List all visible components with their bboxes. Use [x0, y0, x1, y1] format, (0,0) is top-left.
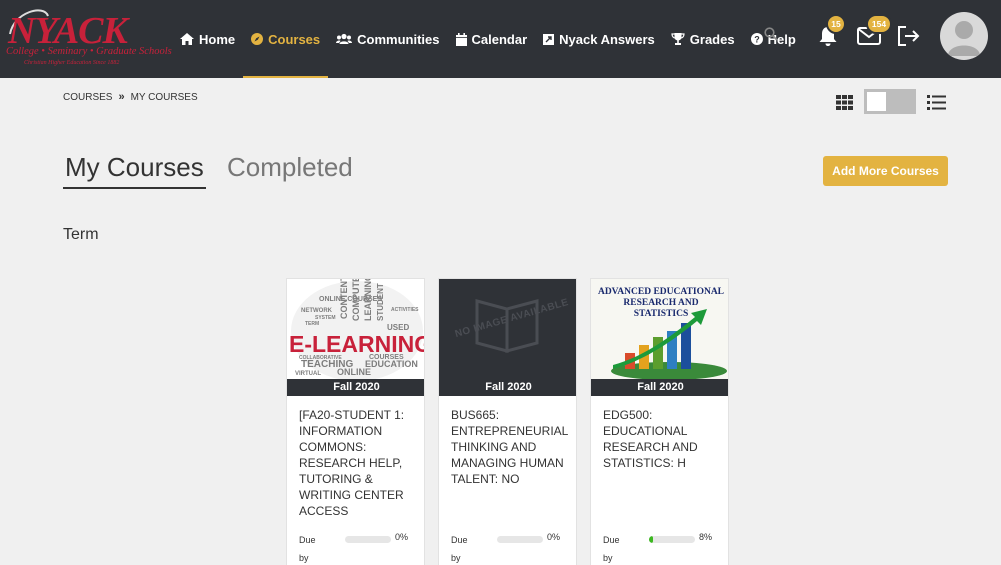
nav-nyack-answers-label: Nyack Answers — [559, 31, 655, 47]
nav-grades[interactable]: Grades — [663, 0, 743, 78]
nyack-logo[interactable]: NYACK College • Seminary • Graduate Scho… — [4, 4, 172, 72]
due-label: Due by — [603, 535, 620, 563]
nav-home-label: Home — [199, 31, 236, 47]
svg-text:COMPUTER: COMPUTER — [351, 279, 361, 321]
svg-text:VIRTUAL: VIRTUAL — [295, 371, 321, 377]
nav-nyack-answers[interactable]: Nyack Answers — [535, 0, 663, 78]
calendar-icon — [455, 32, 467, 46]
course-title[interactable]: EDG500: EDUCATIONAL RESEARCH AND STATIST… — [603, 407, 721, 471]
svg-text:?: ? — [754, 34, 760, 44]
user-avatar[interactable] — [940, 12, 988, 60]
svg-text:ONLINE: ONLINE — [337, 367, 371, 377]
svg-text:STUDENT: STUDENT — [376, 283, 385, 321]
compass-icon — [251, 33, 264, 45]
view-toggle-switch[interactable] — [864, 89, 916, 114]
due-label: Due by — [451, 535, 468, 563]
breadcrumb-current: MY COURSES — [130, 91, 198, 103]
course-card[interactable]: NO IMAGE AVAILABLE Fall 2020 BUS665: ENT… — [438, 278, 577, 565]
svg-text:CONTENT: CONTENT — [339, 279, 349, 319]
search-icon[interactable] — [764, 27, 780, 43]
breadcrumb-courses[interactable]: COURSES — [63, 92, 112, 103]
svg-text:TERM: TERM — [305, 321, 319, 327]
course-card[interactable]: ONLINE COURSES NETWORK CONTENT COMPUTER … — [286, 278, 425, 565]
elearning-text: E-LEARNING — [289, 331, 425, 357]
add-more-courses-button[interactable]: Add More Courses — [823, 156, 948, 186]
logo-tagline: Christian Higher Education Since 1882 — [24, 60, 120, 66]
progress-fill — [649, 536, 653, 543]
breadcrumb-separator-icon: » — [118, 91, 125, 103]
card-term-ribbon: Fall 2020 — [287, 379, 424, 396]
breadcrumb: COURSES » MY COURSES — [63, 91, 198, 103]
nav-home[interactable]: Home — [172, 0, 243, 78]
nav-communities[interactable]: Communities — [328, 0, 447, 78]
tab-my-courses[interactable]: My Courses — [63, 152, 206, 189]
nav-grades-label: Grades — [689, 31, 735, 47]
word-cloud-graphic: ONLINE COURSES NETWORK CONTENT COMPUTER … — [289, 279, 425, 379]
progress-percent: 0% — [547, 532, 561, 542]
progress-bar — [497, 536, 543, 543]
trophy-icon — [671, 33, 685, 45]
list-view-icon[interactable] — [927, 95, 946, 110]
progress-percent: 0% — [395, 532, 409, 542]
term-heading: Term — [63, 226, 99, 243]
top-navbar: NYACK College • Seminary • Graduate Scho… — [0, 0, 1001, 78]
progress-bar — [649, 536, 695, 543]
notifications-badge: 15 — [826, 14, 846, 34]
grid-view-icon[interactable] — [836, 95, 853, 110]
card-term-ribbon: Fall 2020 — [591, 379, 728, 396]
logo-subtitle: College • Seminary • Graduate Schools — [6, 46, 172, 57]
card-term-ribbon: Fall 2020 — [439, 379, 576, 396]
svg-text:ACTIVITIES: ACTIVITIES — [391, 307, 419, 313]
progress-bar — [345, 536, 391, 543]
nav-courses[interactable]: Courses — [243, 0, 329, 78]
logout-icon[interactable] — [896, 24, 922, 48]
logo-wordmark: NYACK — [8, 10, 128, 52]
messages-badge: 154 — [866, 14, 892, 34]
course-card[interactable]: ADVANCED EDUCATIONAL RESEARCH AND STATIS… — [590, 278, 729, 565]
tab-completed[interactable]: Completed — [227, 152, 353, 183]
svg-text:LEARNING: LEARNING — [363, 279, 373, 321]
bar-chart-graphic — [611, 309, 727, 379]
nav-courses-label: Courses — [268, 31, 321, 47]
course-title[interactable]: [FA20-STUDENT 1: INFORMATION COMMONS: RE… — [299, 407, 417, 519]
question-circle-icon: ? — [750, 33, 763, 45]
nav-calendar[interactable]: Calendar — [448, 0, 536, 78]
due-label: Due by — [299, 535, 316, 563]
nav-communities-label: Communities — [357, 31, 440, 47]
nav-calendar-label: Calendar — [471, 31, 528, 47]
course-image-elearning: ONLINE COURSES NETWORK CONTENT COMPUTER … — [287, 279, 425, 379]
course-image-statistics: ADVANCED EDUCATIONAL RESEARCH AND STATIS… — [591, 279, 728, 379]
course-image-placeholder: NO IMAGE AVAILABLE — [439, 279, 576, 379]
external-link-icon — [543, 33, 555, 45]
svg-text:COURSES: COURSES — [369, 354, 404, 361]
view-toggle-knob — [867, 92, 886, 111]
svg-text:SYSTEM: SYSTEM — [315, 315, 336, 321]
main-nav: Home Courses Communities Calendar Nyack … — [172, 0, 804, 78]
progress-percent: 8% — [699, 532, 713, 542]
svg-text:NETWORK: NETWORK — [301, 308, 333, 314]
course-title[interactable]: BUS665: ENTREPRENEURIAL THINKING AND MAN… — [451, 407, 569, 487]
home-icon — [180, 33, 194, 45]
user-silhouette-icon — [948, 21, 980, 56]
users-icon — [336, 33, 353, 45]
